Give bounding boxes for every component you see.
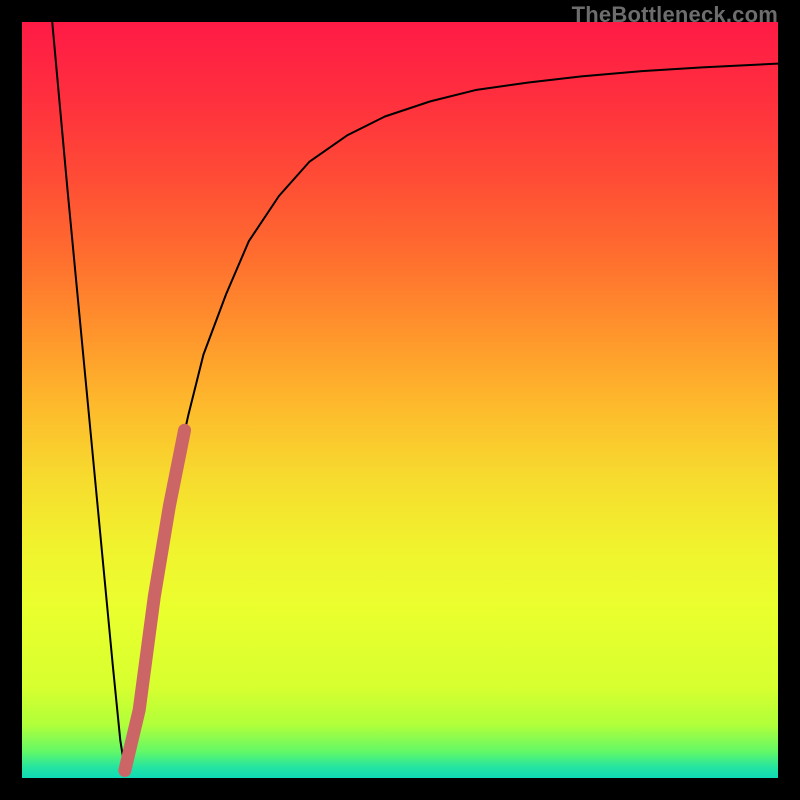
plot-area [22, 22, 778, 778]
watermark-text: TheBottleneck.com [572, 2, 778, 28]
chart-frame: TheBottleneck.com [0, 0, 800, 800]
chart-svg [22, 22, 778, 778]
gradient-background [22, 22, 778, 778]
